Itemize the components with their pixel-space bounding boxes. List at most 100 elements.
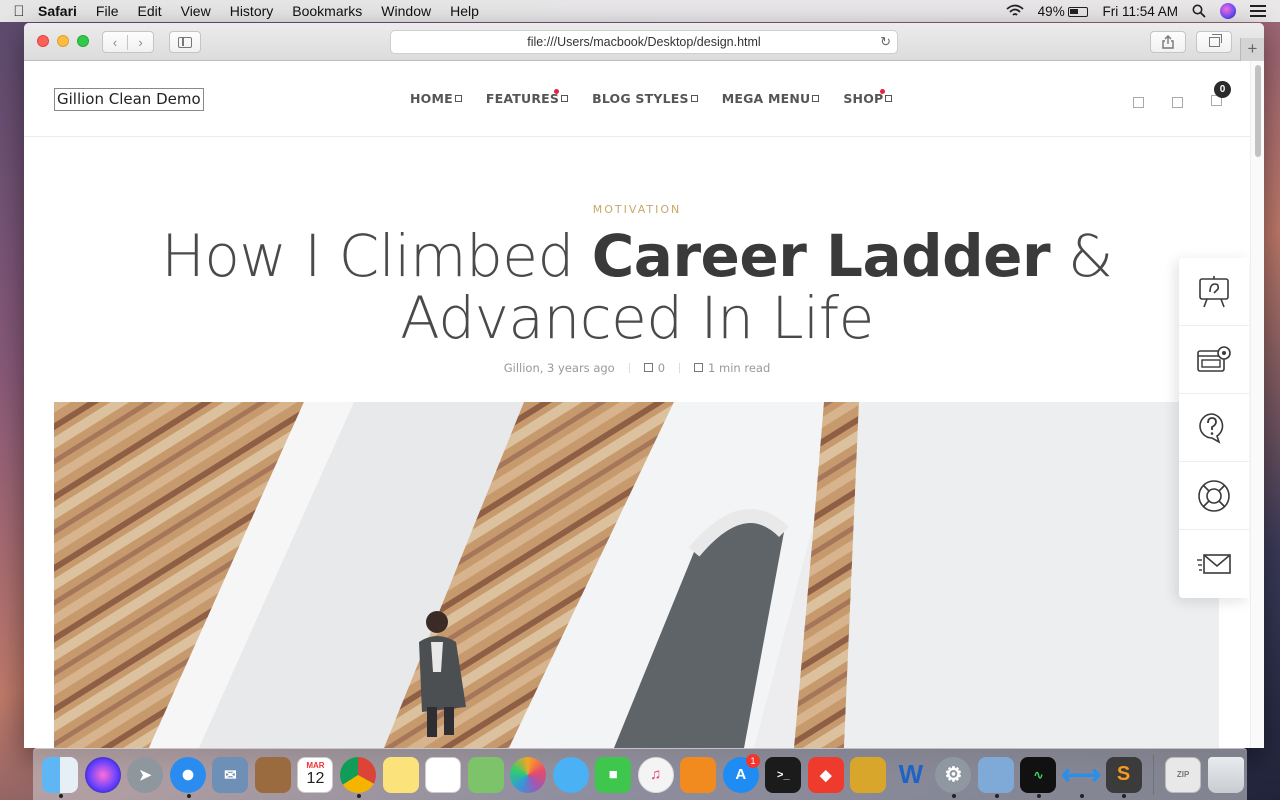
site-logo[interactable]: Gillion Clean Demo xyxy=(54,88,204,111)
dock-launchpad[interactable]: ➤ xyxy=(124,752,167,798)
app-store-badge: 1 xyxy=(746,753,761,768)
dock-word[interactable]: W xyxy=(890,752,933,798)
dock-sublime[interactable]: S xyxy=(1102,752,1145,798)
dock-messages[interactable] xyxy=(549,752,592,798)
spotlight-search-icon[interactable] xyxy=(1192,4,1206,18)
zip-file-icon: ZIP xyxy=(1165,756,1202,793)
comments-count[interactable]: 0 xyxy=(643,361,666,375)
menu-bookmarks[interactable]: Bookmarks xyxy=(292,3,362,19)
menu-file[interactable]: File xyxy=(96,3,119,19)
menu-history[interactable]: History xyxy=(230,3,274,19)
nav-item-home[interactable]: HOME xyxy=(410,91,462,106)
menu-app-name[interactable]: Safari xyxy=(38,3,77,19)
title-text-part2: & xyxy=(1068,222,1113,290)
main-navigation: HOME FEATURES BLOG STYLES MEGA MENU SHOP xyxy=(410,89,916,106)
menu-edit[interactable]: Edit xyxy=(137,3,161,19)
dropdown-icon xyxy=(454,95,462,102)
apple-menu-icon[interactable]:  xyxy=(0,3,38,20)
page-scrollbar[interactable] xyxy=(1250,61,1264,748)
dock-siri[interactable] xyxy=(82,752,125,798)
sidebar-icon xyxy=(178,36,192,48)
nav-item-label: MEGA MENU xyxy=(721,91,811,106)
menu-help[interactable]: Help xyxy=(450,3,479,19)
nav-item-shop[interactable]: SHOP xyxy=(843,89,893,106)
itunes-icon: ♫ xyxy=(637,756,674,793)
close-window-button[interactable] xyxy=(37,35,49,47)
siri-icon[interactable] xyxy=(1220,3,1236,19)
dock-anydesk[interactable]: ◆ xyxy=(805,752,848,798)
sidebar-toggle-button[interactable] xyxy=(169,31,201,53)
dock-app-store[interactable]: A1 xyxy=(720,752,763,798)
minimize-window-button[interactable] xyxy=(57,35,69,47)
new-tab-button[interactable]: + xyxy=(1240,38,1264,61)
nav-item-mega-menu[interactable]: MEGA MENU xyxy=(722,91,820,106)
dock-system-preferences[interactable]: ⚙ xyxy=(932,752,975,798)
dock-safari[interactable] xyxy=(167,752,210,798)
notes-icon xyxy=(382,756,419,793)
dock-downloads-zip[interactable]: ZIP xyxy=(1162,752,1205,798)
safari-icon xyxy=(169,756,206,793)
dock-facetime[interactable]: ■ xyxy=(592,752,635,798)
dock-notes[interactable] xyxy=(379,752,422,798)
header-actions: 0 xyxy=(1133,81,1231,111)
dock-maps[interactable] xyxy=(464,752,507,798)
search-icon[interactable] xyxy=(1133,96,1144,108)
dock-vscode[interactable]: ⟷ xyxy=(1060,752,1103,798)
show-tabs-button[interactable] xyxy=(1196,31,1232,53)
side-item-presentation[interactable] xyxy=(1179,258,1249,326)
clock[interactable]: Fri 11:54 AM xyxy=(1102,4,1178,19)
side-item-help[interactable] xyxy=(1179,394,1249,462)
menu-bar:  Safari File Edit View History Bookmark… xyxy=(0,0,1280,22)
share-button[interactable] xyxy=(1150,31,1186,53)
post-author-date[interactable]: Gillion, 3 years ago xyxy=(504,361,615,375)
menu-window[interactable]: Window xyxy=(381,3,431,19)
dock-calendar[interactable]: MAR 12 xyxy=(294,752,337,798)
back-button[interactable]: ‹ xyxy=(103,34,129,50)
dock-mail-stamp[interactable]: ✉ xyxy=(209,752,252,798)
notification-center-icon[interactable] xyxy=(1250,5,1266,17)
post-category[interactable]: MOTIVATION xyxy=(24,203,1250,216)
running-indicator xyxy=(186,793,191,798)
calendar-icon: MAR 12 xyxy=(297,756,334,793)
dock-photos[interactable] xyxy=(507,752,550,798)
fullscreen-window-button[interactable] xyxy=(77,35,89,47)
terminal-icon: >_ xyxy=(765,756,802,793)
scrollbar-thumb[interactable] xyxy=(1255,65,1261,157)
account-icon[interactable] xyxy=(1172,96,1183,108)
reload-icon[interactable]: ↻ xyxy=(880,34,891,50)
dock-itunes[interactable]: ♫ xyxy=(634,752,677,798)
nav-item-blog-styles[interactable]: BLOG STYLES xyxy=(592,91,698,106)
battery-status[interactable]: 49% xyxy=(1038,4,1089,19)
mail-stamp-icon: ✉ xyxy=(212,756,249,793)
cart-button[interactable]: 0 xyxy=(1211,81,1231,111)
dock-chrome[interactable] xyxy=(337,752,380,798)
reading-time: 1 min read xyxy=(694,361,770,375)
menu-view[interactable]: View xyxy=(181,3,211,19)
dropdown-icon xyxy=(812,95,820,102)
browser-settings-icon xyxy=(1197,345,1231,372)
preview-icon xyxy=(977,756,1014,793)
forward-button[interactable]: › xyxy=(128,35,153,50)
wifi-icon[interactable] xyxy=(1006,4,1024,18)
battery-percent: 49% xyxy=(1037,3,1065,19)
maps-icon xyxy=(467,756,504,793)
dock-preview[interactable] xyxy=(975,752,1018,798)
dock-ibooks[interactable] xyxy=(677,752,720,798)
nav-item-features[interactable]: FEATURES xyxy=(486,89,569,106)
dock-archive[interactable] xyxy=(847,752,890,798)
dock-reminders[interactable] xyxy=(422,752,465,798)
dock-terminal[interactable]: >_ xyxy=(762,752,805,798)
dock-trash[interactable] xyxy=(1204,752,1247,798)
address-bar[interactable]: file:///Users/macbook/Desktop/design.htm… xyxy=(390,30,898,54)
dock-notebook[interactable] xyxy=(252,752,295,798)
dock-activity-monitor[interactable]: ∿ xyxy=(1017,752,1060,798)
dock-finder[interactable] xyxy=(39,752,82,798)
siri-app-icon xyxy=(84,756,121,793)
side-item-support[interactable] xyxy=(1179,462,1249,530)
side-item-browser-settings[interactable] xyxy=(1179,326,1249,394)
nav-item-label: BLOG STYLES xyxy=(592,91,689,106)
comments-count-value: 0 xyxy=(657,361,666,375)
messages-icon xyxy=(552,756,589,793)
side-item-contact[interactable] xyxy=(1179,530,1249,598)
running-indicator xyxy=(1037,793,1042,798)
